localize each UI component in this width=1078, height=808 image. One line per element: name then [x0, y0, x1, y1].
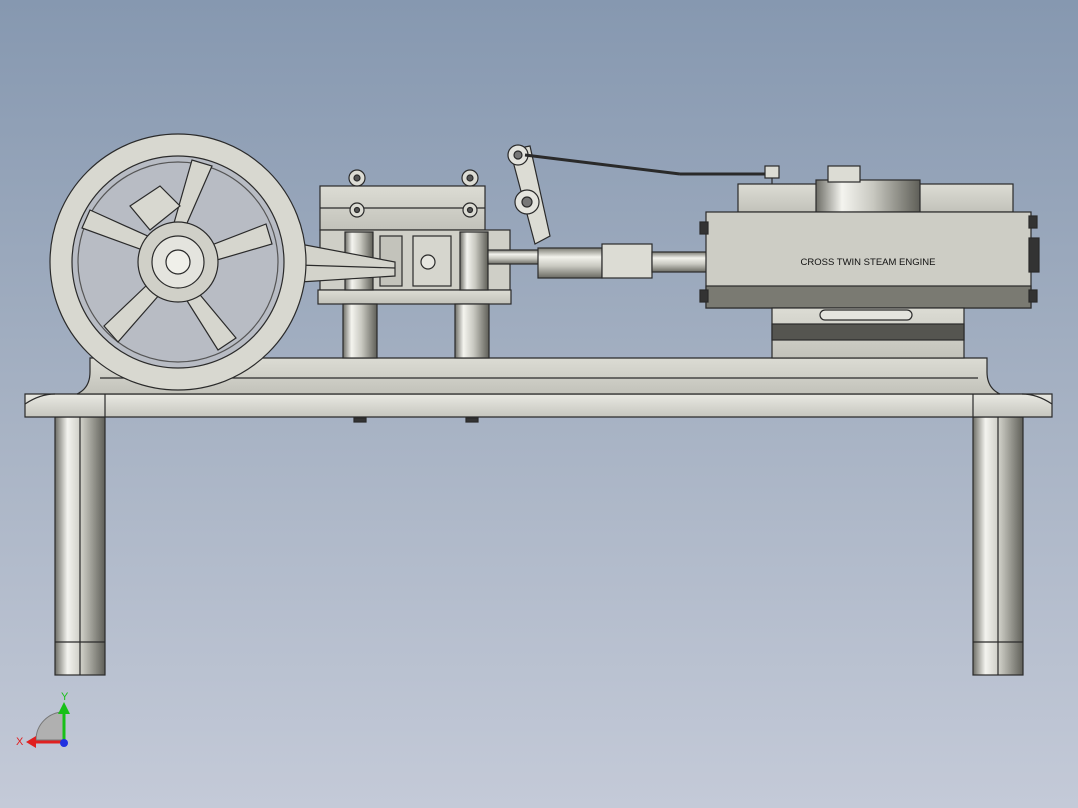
cad-viewport[interactable]: CROSS TWIN STEAM ENGINE Y X — [0, 0, 1078, 808]
base-plate — [24, 393, 1053, 418]
x-axis-label: X — [16, 736, 24, 748]
leg-left — [54, 416, 106, 676]
screw-head — [353, 417, 367, 423]
x-axis-arrow — [26, 736, 36, 748]
orientation-triad[interactable]: Y X — [16, 691, 70, 748]
nameplate-label: CROSS TWIN STEAM ENGINE — [801, 257, 936, 268]
steam-engine-model[interactable]: CROSS TWIN STEAM ENGINE Y X — [0, 0, 1078, 808]
leg-right — [972, 416, 1024, 676]
flywheel — [49, 133, 307, 391]
y-axis-arrow — [58, 702, 70, 714]
y-axis-label: Y — [61, 691, 69, 703]
piston-rod — [537, 243, 709, 279]
screw-head — [465, 417, 479, 423]
z-axis-dot — [60, 739, 68, 747]
